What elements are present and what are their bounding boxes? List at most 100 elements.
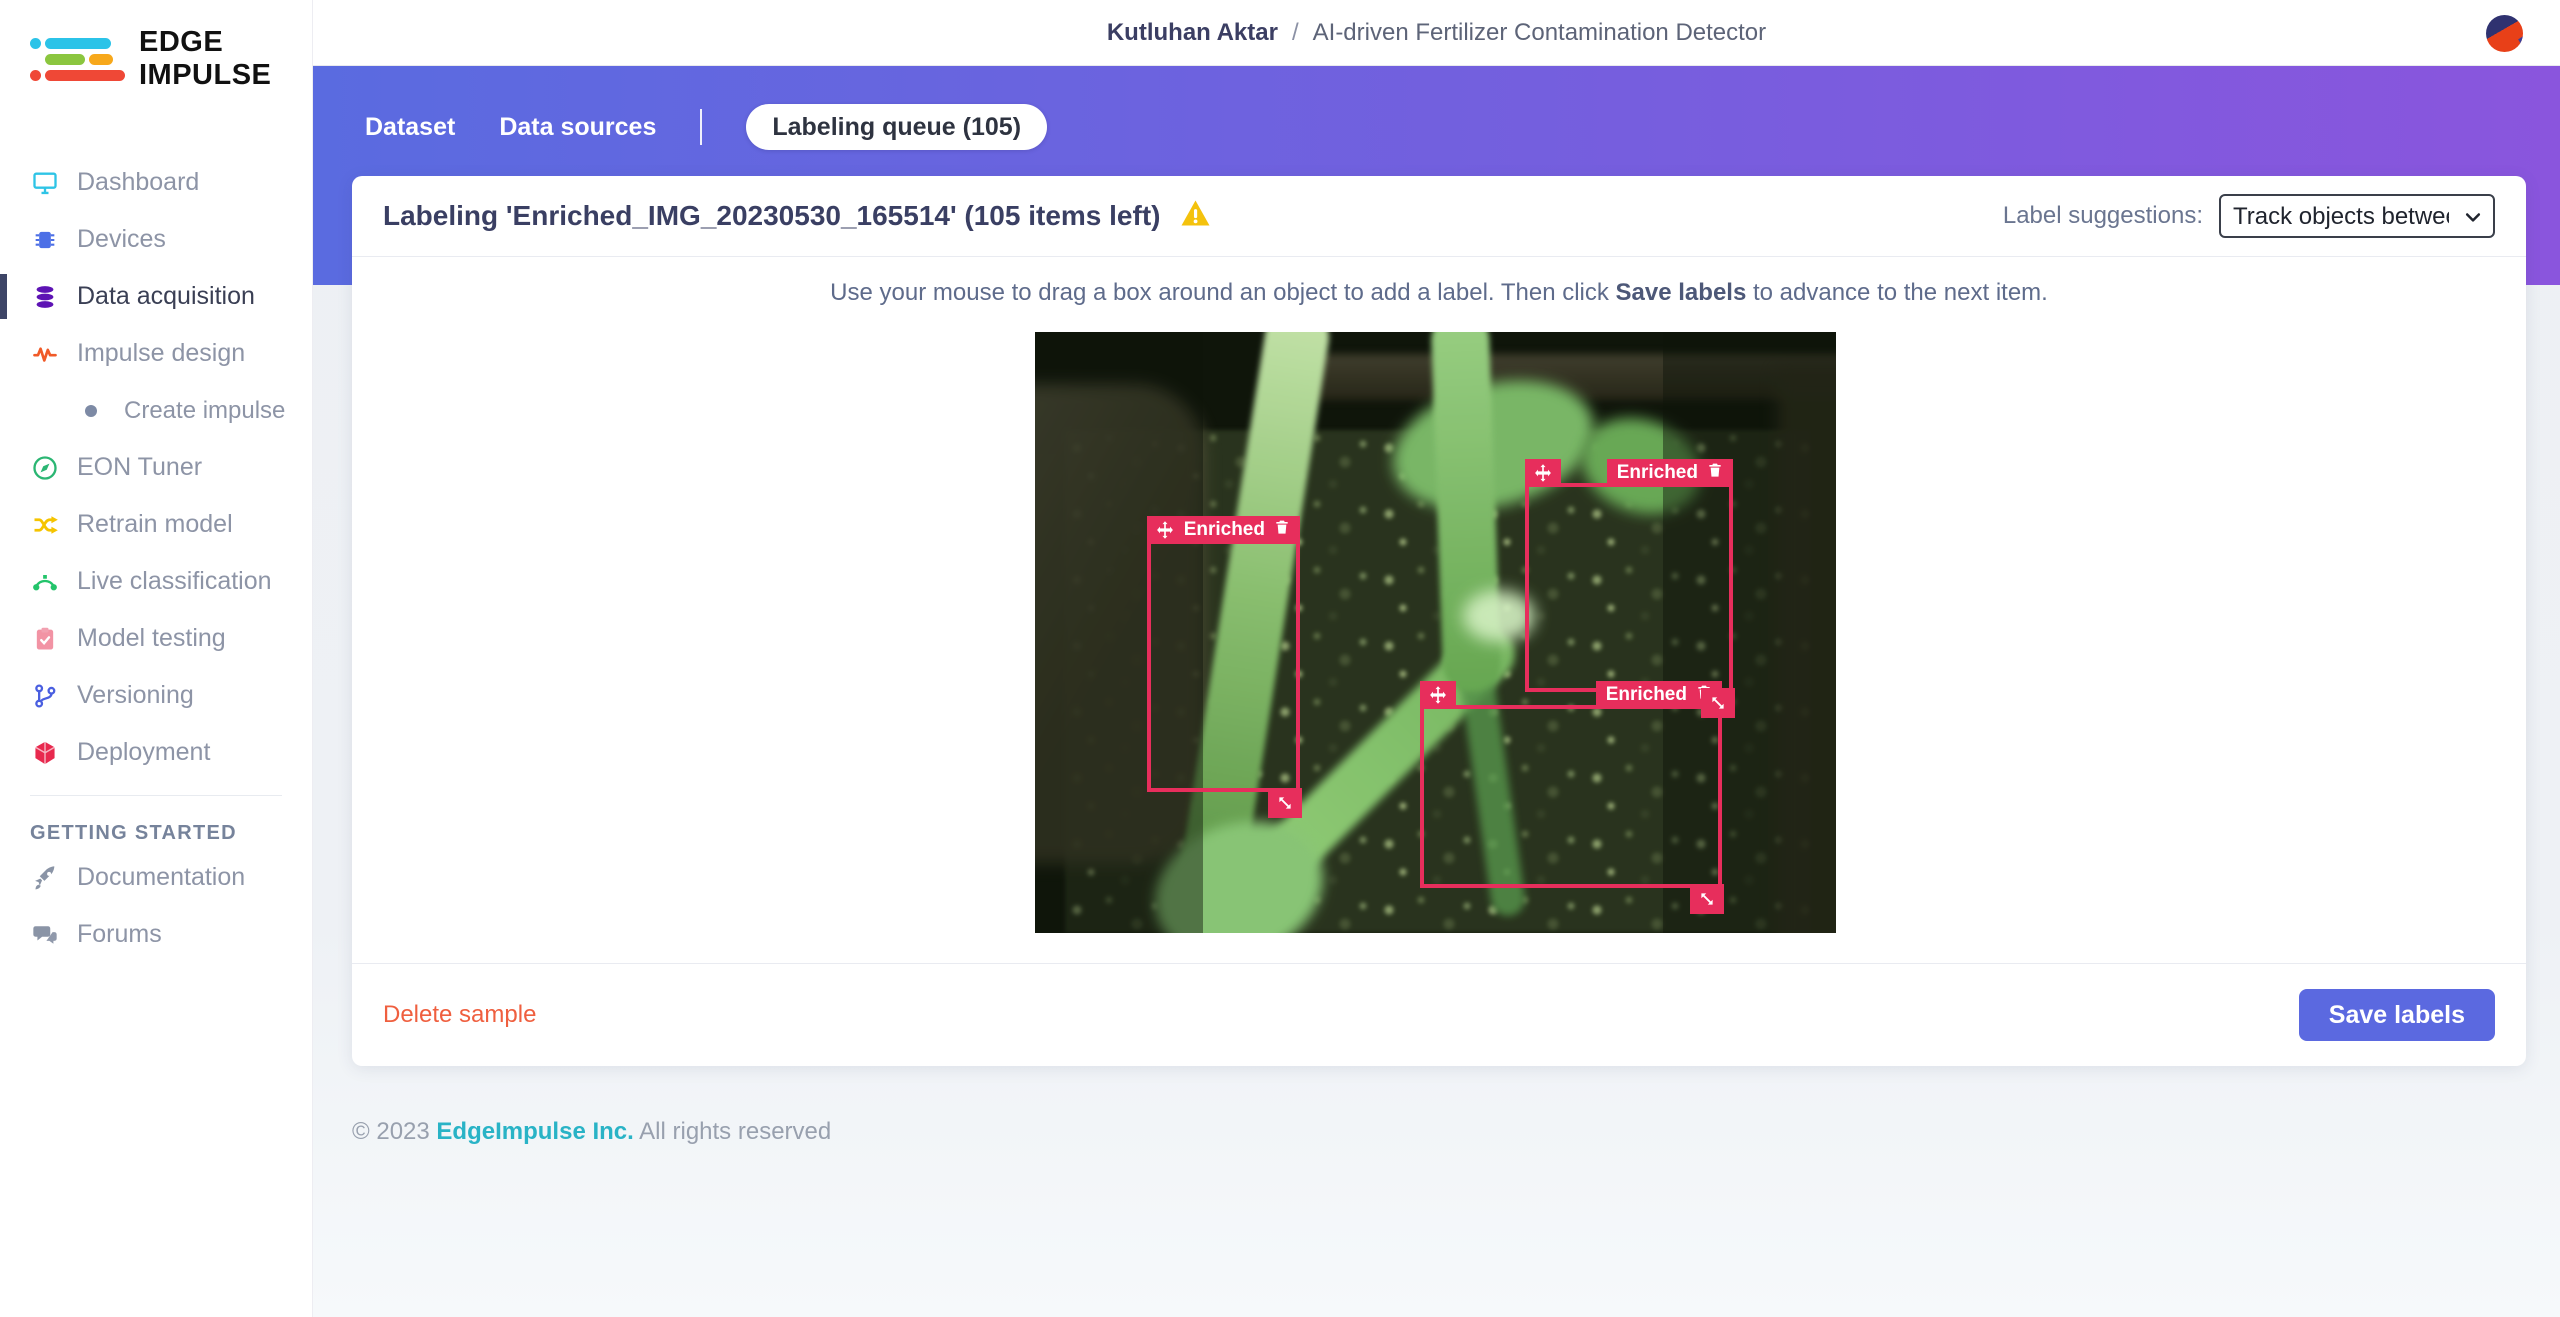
tab-bar: Dataset Data sources Labeling queue (105… — [365, 104, 1047, 150]
labeling-card: Labeling 'Enriched_IMG_20230530_165514' … — [352, 176, 2526, 1066]
trash-icon[interactable] — [1274, 518, 1290, 542]
sidebar-item-label: Deployment — [77, 738, 210, 767]
logo-bar — [45, 54, 85, 65]
sidebar-item-label: Documentation — [77, 863, 245, 892]
sidebar-item-label: Data acquisition — [77, 282, 255, 311]
tab-data-sources[interactable]: Data sources — [499, 113, 656, 142]
resize-handle-icon[interactable] — [1268, 788, 1302, 818]
logo-dot — [30, 38, 41, 49]
shuffle-icon — [30, 510, 60, 540]
waveform-icon — [30, 339, 60, 369]
sidebar-item-versioning[interactable]: Versioning — [0, 667, 312, 724]
database-icon — [30, 282, 60, 312]
chip-icon — [30, 225, 60, 255]
topbar: Kutluhan Aktar / AI-driven Fertilizer Co… — [313, 0, 2560, 66]
sidebar-nav: Dashboard Devices Data acquisition Impul… — [0, 154, 312, 963]
box-label: Enriched — [1606, 684, 1687, 706]
cube-icon — [30, 738, 60, 768]
move-handle-icon[interactable] — [1420, 681, 1456, 709]
instruction-pre: Use your mouse to drag a box around an o… — [830, 279, 1615, 306]
save-labels-button[interactable]: Save labels — [2299, 989, 2495, 1041]
sidebar-item-label: Impulse design — [77, 339, 245, 368]
tab-separator — [700, 109, 702, 145]
logo-dot — [30, 70, 41, 81]
sidebar-item-deployment[interactable]: Deployment — [0, 724, 312, 781]
sidebar-item-label: Create impulse — [124, 397, 285, 425]
sidebar-item-label: Retrain model — [77, 510, 233, 539]
labeling-title: Labeling 'Enriched_IMG_20230530_165514' … — [383, 200, 1160, 232]
logo-bar — [45, 38, 111, 49]
brand-name: EDGE IMPULSE — [139, 26, 312, 92]
rocket-icon — [30, 863, 60, 893]
breadcrumb-separator: / — [1292, 19, 1299, 47]
bounding-box[interactable]: Enriched — [1420, 705, 1722, 888]
clipboard-check-icon — [30, 624, 60, 654]
footer-copyright: © 2023 — [352, 1118, 430, 1145]
tab-labeling-queue[interactable]: Labeling queue (105) — [746, 104, 1047, 150]
label-suggestions-select-wrap: Track objects between frames — [2219, 194, 2495, 238]
bounding-box[interactable]: Enriched — [1147, 540, 1300, 792]
compass-icon — [30, 453, 60, 483]
resize-handle-icon[interactable] — [1701, 688, 1735, 718]
box-label: Enriched — [1184, 519, 1265, 541]
sidebar-item-label: Dashboard — [77, 168, 199, 197]
box-label-tag[interactable]: Enriched — [1174, 516, 1300, 544]
sidebar-item-impulse-design[interactable]: Impulse design — [0, 325, 312, 382]
label-suggestions: Label suggestions: Track objects between… — [2003, 194, 2495, 238]
sidebar-item-retrain-model[interactable]: Retrain model — [0, 496, 312, 553]
edge-impulse-logo[interactable]: EDGE IMPULSE — [0, 0, 312, 92]
sidebar-item-label: Devices — [77, 225, 166, 254]
sidebar-item-label: Versioning — [77, 681, 194, 710]
logo-bar — [45, 70, 125, 81]
avatar[interactable] — [2486, 15, 2523, 52]
sidebar-item-model-testing[interactable]: Model testing — [0, 610, 312, 667]
sidebar-item-create-impulse[interactable]: Create impulse — [0, 382, 312, 439]
sidebar-item-live-classification[interactable]: Live classification — [0, 553, 312, 610]
sidebar-item-documentation[interactable]: Documentation — [0, 849, 312, 906]
footer-company-link[interactable]: EdgeImpulse Inc. — [436, 1118, 633, 1145]
main-area: Kutluhan Aktar / AI-driven Fertilizer Co… — [313, 0, 2560, 1317]
dot-icon — [82, 396, 100, 426]
sidebar-item-forums[interactable]: Forums — [0, 906, 312, 963]
label-suggestions-label: Label suggestions: — [2003, 202, 2203, 230]
card-footer: Delete sample Save labels — [352, 963, 2526, 1066]
trash-icon[interactable] — [1707, 461, 1723, 485]
sidebar-item-devices[interactable]: Devices — [0, 211, 312, 268]
breadcrumb: Kutluhan Aktar / AI-driven Fertilizer Co… — [1107, 19, 1766, 47]
sidebar: EDGE IMPULSE Dashboard Devices Data acqu… — [0, 0, 313, 1317]
monitor-icon — [30, 168, 60, 198]
tab-dataset[interactable]: Dataset — [365, 113, 455, 142]
instruction-post: to advance to the next item. — [1746, 279, 2048, 306]
sidebar-item-data-acquisition[interactable]: Data acquisition — [0, 268, 312, 325]
page-footer: © 2023 EdgeImpulse Inc. All rights reser… — [352, 1118, 831, 1146]
bezier-icon — [30, 567, 60, 597]
chat-icon — [30, 920, 60, 950]
sidebar-item-label: Forums — [77, 920, 162, 949]
logo-bars-icon — [30, 38, 125, 81]
sample-image[interactable]: EnrichedEnrichedEnriched — [1035, 332, 1836, 933]
box-label-tag[interactable]: Enriched — [1607, 459, 1733, 487]
getting-started-section-label: GETTING STARTED — [0, 796, 312, 849]
instruction-text: Use your mouse to drag a box around an o… — [352, 279, 2526, 307]
delete-sample-link[interactable]: Delete sample — [383, 1001, 536, 1029]
card-header: Labeling 'Enriched_IMG_20230530_165514' … — [352, 176, 2526, 257]
label-suggestions-select[interactable]: Track objects between frames — [2219, 194, 2495, 238]
sidebar-item-label: Model testing — [77, 624, 226, 653]
branch-icon — [30, 681, 60, 711]
warning-icon[interactable] — [1180, 199, 1211, 234]
breadcrumb-project[interactable]: AI-driven Fertilizer Contamination Detec… — [1313, 19, 1767, 47]
instruction-bold: Save labels — [1616, 279, 1747, 306]
sidebar-item-dashboard[interactable]: Dashboard — [0, 154, 312, 211]
bounding-box[interactable]: Enriched — [1525, 483, 1733, 692]
resize-handle-icon[interactable] — [1690, 884, 1724, 914]
sidebar-item-eon-tuner[interactable]: EON Tuner — [0, 439, 312, 496]
footer-rights: All rights reserved — [639, 1118, 831, 1145]
box-label: Enriched — [1617, 462, 1698, 484]
sidebar-item-label: Live classification — [77, 567, 272, 596]
logo-bar — [89, 54, 113, 65]
breadcrumb-user[interactable]: Kutluhan Aktar — [1107, 19, 1278, 47]
move-handle-icon[interactable] — [1525, 459, 1561, 487]
sidebar-item-label: EON Tuner — [77, 453, 202, 482]
labeling-title-row: Labeling 'Enriched_IMG_20230530_165514' … — [383, 199, 1211, 234]
annotation-layer: EnrichedEnrichedEnriched — [1035, 332, 1836, 933]
